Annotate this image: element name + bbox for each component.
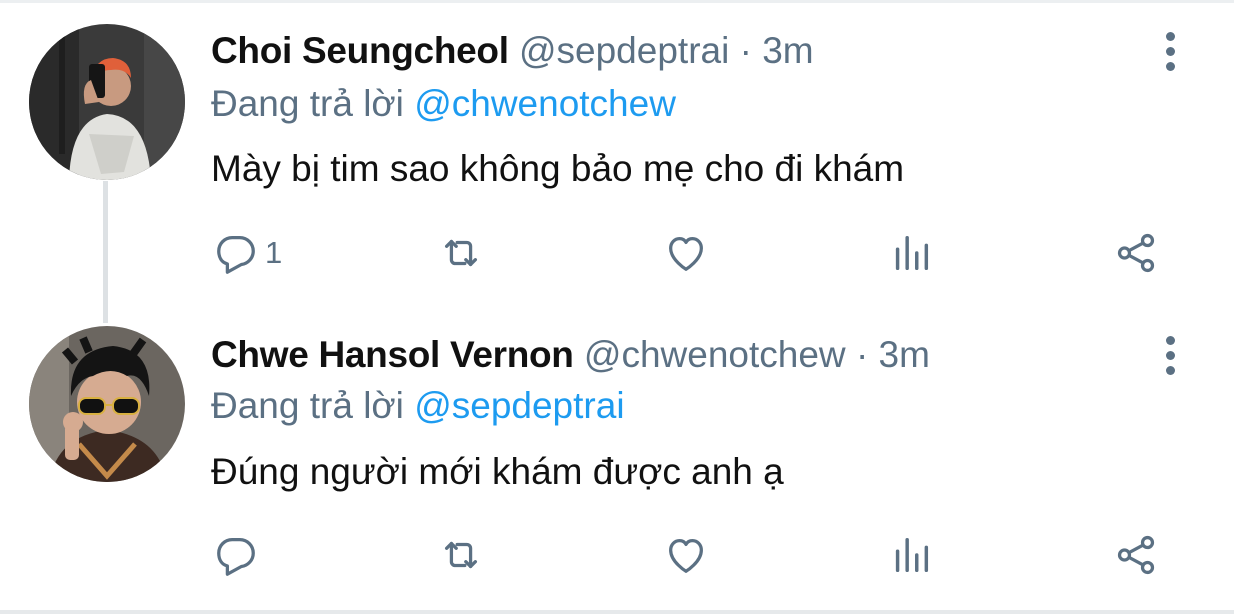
retweet-icon xyxy=(444,541,478,569)
analytics-button[interactable] xyxy=(888,229,934,277)
more-options-icon[interactable] xyxy=(1160,334,1182,378)
retweet-icon xyxy=(444,239,478,267)
replying-to-label: Đang trả lời xyxy=(211,83,404,124)
tweet-header: Choi Seungcheol @sepdeptrai · 3m xyxy=(211,29,814,73)
analytics-icon xyxy=(895,537,929,573)
share-icon xyxy=(1117,535,1155,575)
tweet-text: Mày bị tim sao không bảo mẹ cho đi khám xyxy=(211,148,905,189)
avatar[interactable] xyxy=(29,326,185,482)
author-handle[interactable]: @sepdeptrai xyxy=(519,30,729,71)
avatar[interactable] xyxy=(29,24,185,180)
reply-count: 1 xyxy=(265,235,283,270)
tweet-thread: Choi Seungcheol @sepdeptrai · 3m Đang tr… xyxy=(0,0,1234,614)
tweet-text: Đúng người mới khám được anh ạ xyxy=(211,451,784,492)
share-button[interactable] xyxy=(1113,229,1159,277)
author-name[interactable]: Choi Seungcheol xyxy=(211,30,509,71)
analytics-button[interactable] xyxy=(888,531,934,579)
separator-dot: · xyxy=(739,30,752,71)
mention-link[interactable]: @chwenotchew xyxy=(414,83,676,124)
share-button[interactable] xyxy=(1113,531,1159,579)
tweet[interactable]: Choi Seungcheol @sepdeptrai · 3m Đang tr… xyxy=(0,3,1234,313)
tweet-header: Chwe Hansol Vernon @chwenotchew · 3m xyxy=(211,333,930,377)
author-name[interactable]: Chwe Hansol Vernon xyxy=(211,334,574,375)
reply-button[interactable]: 1 xyxy=(213,229,282,277)
separator-dot: · xyxy=(855,334,869,375)
analytics-icon xyxy=(895,235,929,271)
reply-icon xyxy=(217,236,255,274)
timestamp[interactable]: 3m xyxy=(879,334,930,375)
heart-icon xyxy=(669,236,703,271)
retweet-button[interactable] xyxy=(438,531,484,579)
reply-button[interactable] xyxy=(213,531,265,579)
retweet-button[interactable] xyxy=(438,229,484,277)
profile-photo-icon xyxy=(29,326,185,482)
author-handle[interactable]: @chwenotchew xyxy=(584,334,846,375)
tweet[interactable]: Chwe Hansol Vernon @chwenotchew · 3m Đan… xyxy=(0,313,1234,613)
heart-icon xyxy=(669,538,703,573)
replying-to-label: Đang trả lời xyxy=(211,385,404,426)
share-icon xyxy=(1117,233,1155,273)
like-button[interactable] xyxy=(663,229,709,277)
mention-link[interactable]: @sepdeptrai xyxy=(414,385,624,426)
replying-to: Đang trả lời @sepdeptrai xyxy=(211,384,625,428)
profile-photo-icon xyxy=(29,24,185,180)
reply-icon xyxy=(217,538,255,576)
more-options-icon[interactable] xyxy=(1160,30,1182,74)
like-button[interactable] xyxy=(663,531,709,579)
replying-to: Đang trả lời @chwenotchew xyxy=(211,82,676,126)
timestamp[interactable]: 3m xyxy=(762,30,813,71)
